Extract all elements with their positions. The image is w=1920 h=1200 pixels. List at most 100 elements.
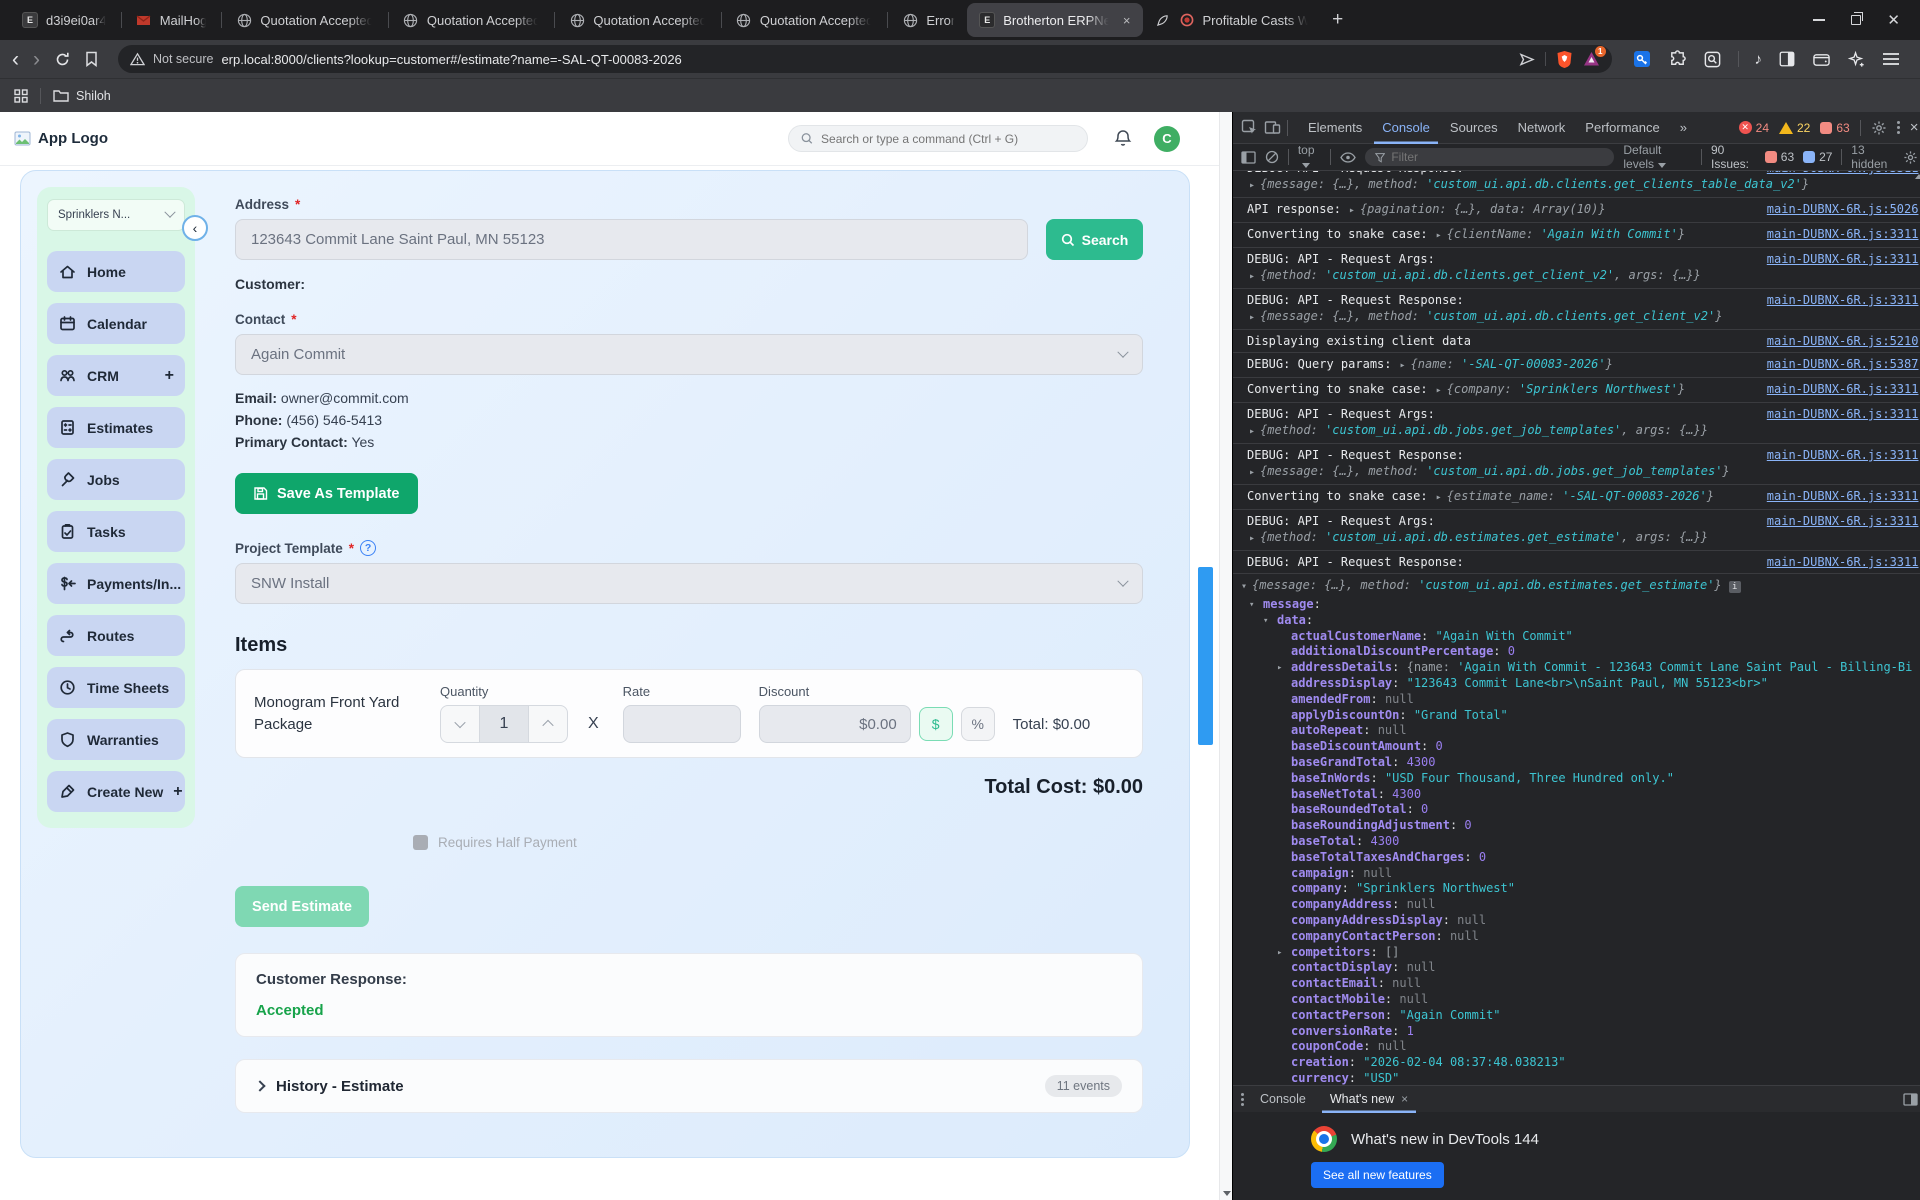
tree-row[interactable]: baseRoundingAdjustment: 0 bbox=[1233, 818, 1920, 834]
page-search-icon[interactable] bbox=[1703, 50, 1722, 69]
browser-tab[interactable]: MailHog bbox=[124, 3, 220, 37]
company-select[interactable]: Sprinklers N... bbox=[47, 199, 185, 231]
source-link[interactable]: main-DUBNX-6R.js:3311 bbox=[1757, 554, 1919, 570]
maximize-icon[interactable] bbox=[1851, 12, 1864, 25]
errors-badge[interactable]: ✕ 24 bbox=[1738, 121, 1769, 135]
tab-console[interactable]: Console bbox=[1374, 112, 1438, 144]
source-link[interactable]: main-DUBNX-6R.js:3311 bbox=[1757, 488, 1919, 504]
tree-row[interactable]: contactMobile: null bbox=[1233, 992, 1920, 1008]
send-estimate-button[interactable]: Send Estimate bbox=[235, 886, 369, 927]
search-input[interactable] bbox=[821, 131, 1075, 146]
tree-row[interactable]: additionalDiscountPercentage: 0 bbox=[1233, 644, 1920, 660]
password-manager-icon[interactable] bbox=[1632, 49, 1652, 69]
drawer-tab-close-icon[interactable]: × bbox=[1401, 1092, 1408, 1106]
tree-row[interactable]: contactPerson: "Again Commit" bbox=[1233, 1008, 1920, 1024]
issues-count-label[interactable]: 90 Issues: bbox=[1711, 143, 1756, 171]
console-scroll-up-arrow[interactable] bbox=[1915, 174, 1920, 179]
expander-icon[interactable]: ▾ bbox=[1249, 598, 1254, 614]
brave-shield-icon[interactable] bbox=[1556, 50, 1573, 69]
drawer-tab-whats-new[interactable]: What's new × bbox=[1322, 1086, 1416, 1113]
tree-row[interactable]: baseNetTotal: 4300 bbox=[1233, 787, 1920, 803]
sidebar-item-crm[interactable]: CRM + bbox=[47, 355, 185, 396]
settings-gear-icon[interactable] bbox=[1871, 120, 1887, 136]
device-toolbar-icon[interactable] bbox=[1264, 120, 1281, 135]
warnings-badge[interactable]: 22 bbox=[1779, 121, 1810, 135]
not-secure-warning-icon[interactable] bbox=[130, 52, 145, 66]
apps-grid-icon[interactable] bbox=[14, 88, 28, 103]
source-link[interactable]: main-DUBNX-6R.js:5387 bbox=[1757, 356, 1919, 372]
expander-icon[interactable]: ▾ bbox=[1263, 614, 1268, 630]
hidden-messages-label[interactable]: 13 hidden bbox=[1851, 143, 1894, 171]
tree-row[interactable]: amendedFrom: null bbox=[1233, 692, 1920, 708]
back-arrow-icon[interactable]: ‹ bbox=[12, 49, 19, 70]
browser-tab[interactable]: Error bbox=[890, 3, 967, 37]
bell-icon[interactable] bbox=[1114, 129, 1132, 148]
tree-row[interactable]: campaign: null bbox=[1233, 866, 1920, 882]
source-link[interactable]: main-DUBNX-6R.js:3311 bbox=[1757, 447, 1919, 463]
new-tab-button[interactable]: + bbox=[1332, 9, 1343, 31]
tree-row[interactable]: company: "Sprinklers Northwest" bbox=[1233, 881, 1920, 897]
quantity-value[interactable]: 1 bbox=[480, 705, 528, 743]
sidebar-item-create-new[interactable]: Create New + bbox=[47, 771, 185, 812]
tree-row[interactable]: baseGrandTotal: 4300 bbox=[1233, 755, 1920, 771]
app-logo[interactable]: App Logo bbox=[14, 130, 108, 147]
tree-row[interactable]: contactDisplay: null bbox=[1233, 960, 1920, 976]
browser-tab[interactable]: E d3i9ei0ar4 bbox=[10, 3, 119, 37]
tree-row[interactable]: ▾ data: bbox=[1233, 613, 1920, 629]
page-scrollbar[interactable] bbox=[1219, 112, 1232, 1200]
wallet-icon[interactable] bbox=[1812, 51, 1831, 68]
log-levels-selector[interactable]: Default levels bbox=[1623, 143, 1692, 171]
avatar[interactable]: C bbox=[1154, 125, 1180, 152]
drawer-kebab-icon[interactable] bbox=[1241, 1092, 1244, 1106]
issues-red-count[interactable]: 63 bbox=[1764, 150, 1794, 164]
sidebar-item-routes[interactable]: Routes bbox=[47, 615, 185, 656]
tab-elements[interactable]: Elements bbox=[1300, 112, 1370, 144]
drawer-tab-console[interactable]: Console bbox=[1252, 1086, 1314, 1113]
tree-row[interactable]: creation: "2026-02-04 08:37:48.038213" bbox=[1233, 1055, 1920, 1071]
tree-row[interactable]: baseRoundedTotal: 0 bbox=[1233, 802, 1920, 818]
drawer-layout-icon[interactable] bbox=[1903, 1092, 1919, 1106]
tree-row[interactable]: ▸ competitors: [] bbox=[1233, 945, 1920, 961]
quantity-decrement-button[interactable] bbox=[440, 705, 480, 743]
forward-arrow-icon[interactable]: › bbox=[33, 49, 40, 70]
project-template-select[interactable]: SNW Install bbox=[235, 563, 1143, 604]
browser-tab[interactable]: Quotation Accepted bbox=[391, 3, 552, 37]
source-link[interactable]: main-DUBNX-6R.js:3311 bbox=[1757, 381, 1919, 397]
tree-row[interactable]: contactEmail: null bbox=[1233, 976, 1920, 992]
expanded-log-entry[interactable]: ▾ {message: {…}, method: 'custom_ui.api.d… bbox=[1233, 574, 1920, 597]
source-link[interactable]: main-DUBNX-6R.js:3311 bbox=[1757, 406, 1919, 422]
rate-input[interactable] bbox=[622, 705, 741, 743]
tab-sources[interactable]: Sources bbox=[1442, 112, 1506, 144]
tree-row[interactable]: baseInWords: "USD Four Thousand, Three H… bbox=[1233, 771, 1920, 787]
command-search[interactable] bbox=[788, 125, 1088, 152]
kebab-menu-icon[interactable] bbox=[1896, 121, 1900, 134]
bookmark-flag-icon[interactable] bbox=[85, 51, 98, 67]
reload-icon[interactable] bbox=[54, 51, 71, 68]
url-text[interactable]: erp.local:8000/clients?lookup=customer#/… bbox=[221, 52, 681, 67]
browser-tab[interactable]: Quotation Accepted bbox=[557, 3, 718, 37]
source-link[interactable]: main-DUBNX-6R.js:3311 bbox=[1757, 292, 1919, 308]
reading-panel-icon[interactable] bbox=[1778, 50, 1796, 68]
sidebar-item-jobs[interactable]: Jobs bbox=[47, 459, 185, 500]
see-all-features-button[interactable]: See all new features bbox=[1311, 1162, 1444, 1188]
window-close-icon[interactable]: ✕ bbox=[1887, 13, 1900, 28]
create-new-add-button[interactable]: + bbox=[173, 783, 182, 801]
tree-row[interactable]: baseTotal: 4300 bbox=[1233, 834, 1920, 850]
tree-row[interactable]: baseTotalTaxesAndCharges: 0 bbox=[1233, 850, 1920, 866]
tab-performance[interactable]: Performance bbox=[1577, 112, 1667, 144]
console-filter[interactable] bbox=[1365, 148, 1615, 166]
minimize-icon[interactable] bbox=[1813, 19, 1826, 21]
discount-input[interactable]: $0.00 bbox=[758, 705, 911, 743]
tree-row[interactable]: actualCustomerName: "Again With Commit" bbox=[1233, 629, 1920, 645]
extensions-puzzle-icon[interactable] bbox=[1668, 49, 1687, 69]
history-accordion[interactable]: History - Estimate 11 events bbox=[235, 1059, 1143, 1113]
live-expression-eye-icon[interactable] bbox=[1340, 151, 1356, 163]
issues-blue-count[interactable]: 27 bbox=[1803, 150, 1832, 164]
tree-row[interactable]: ▸ addressDetails: {name: 'Again With Comm… bbox=[1233, 660, 1920, 676]
leo-sparkle-icon[interactable] bbox=[1847, 50, 1866, 69]
expander-icon[interactable]: ▸ bbox=[1277, 946, 1282, 962]
sidebar-item-estimates[interactable]: Estimates bbox=[47, 407, 185, 448]
issues-badge[interactable]: 63 bbox=[1820, 121, 1850, 135]
url-bar[interactable]: Not secure erp.local:8000/clients?lookup… bbox=[118, 45, 1612, 73]
source-link[interactable]: main-DUBNX-6R.js:3311 bbox=[1757, 226, 1919, 242]
